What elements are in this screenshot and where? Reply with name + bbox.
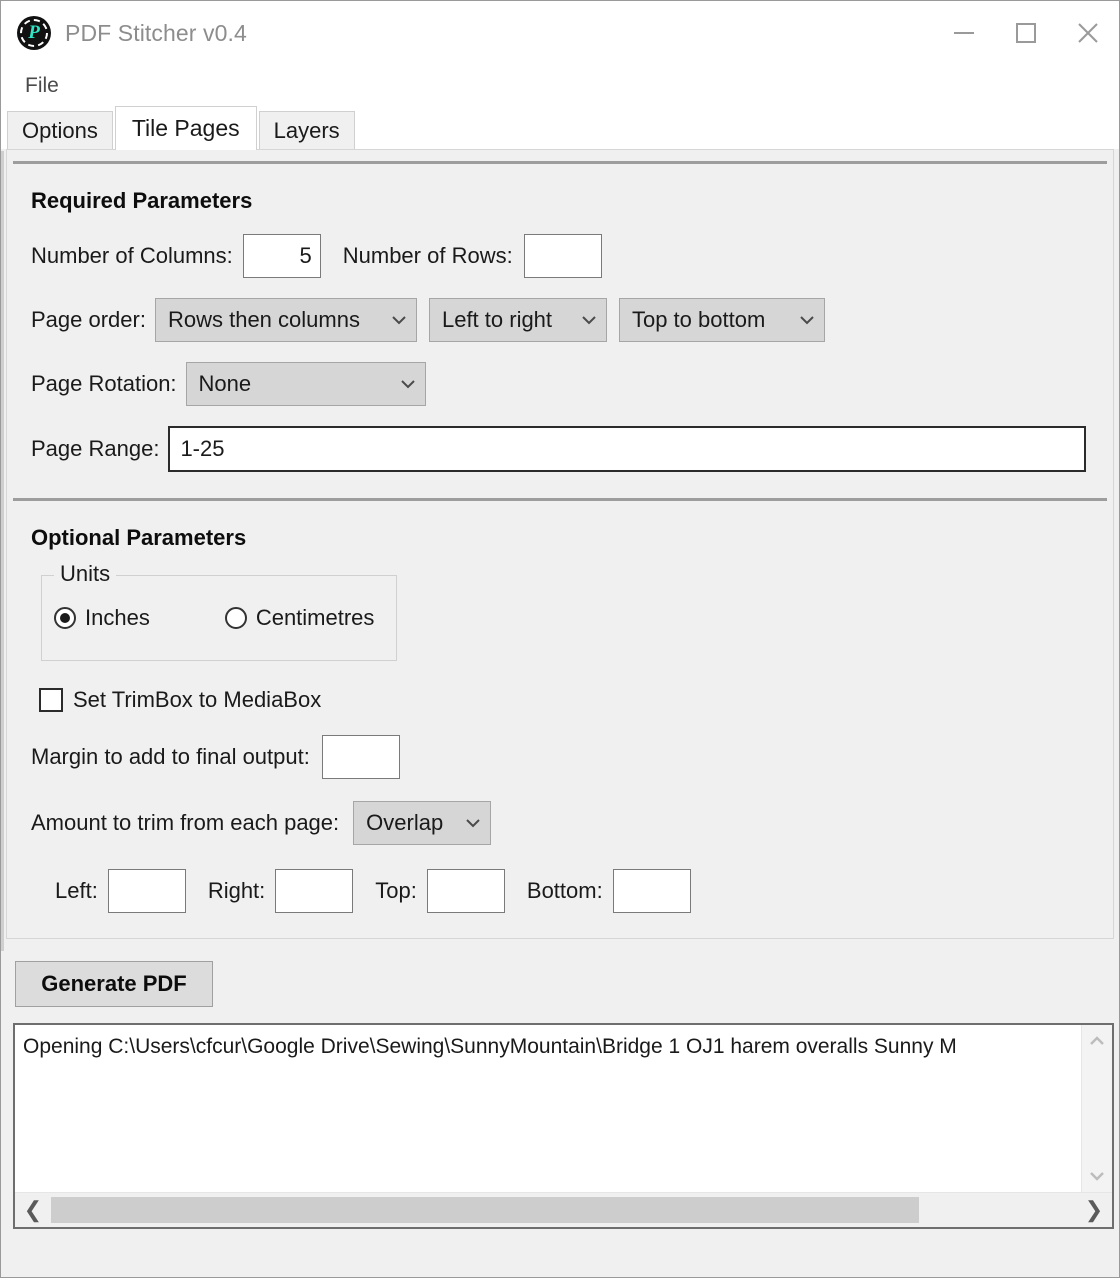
margin-input[interactable] <box>321 735 400 779</box>
chevron-down-icon <box>390 311 408 329</box>
margin-row: Margin to add to final output: <box>31 735 1113 779</box>
minimize-button[interactable] <box>933 1 995 65</box>
pdf-stitcher-logo-icon: P <box>17 16 51 50</box>
chevron-down-icon[interactable] <box>1087 1166 1107 1186</box>
title-bar: P PDF Stitcher v0.4 <box>1 1 1119 65</box>
trim-amount-row: Amount to trim from each page: Overlap <box>31 801 1113 845</box>
required-parameters-heading: Required Parameters <box>31 188 253 213</box>
tile-pages-panel: Required Parameters Number of Columns: 5… <box>6 149 1114 939</box>
columns-label: Number of Columns: <box>31 243 233 268</box>
logo-letter: P <box>28 22 40 43</box>
page-range-input[interactable]: 1-25 <box>168 426 1087 472</box>
radio-centimetres[interactable]: Centimetres <box>224 605 375 631</box>
chevron-up-icon[interactable] <box>1087 1031 1107 1051</box>
trimbox-checkbox-icon[interactable] <box>39 688 63 712</box>
trim-right-input[interactable] <box>275 869 354 913</box>
panel-top-divider <box>13 161 1107 164</box>
trim-sides-row: Left: Right: Top: Bottom: <box>55 869 1113 913</box>
log-text: Opening C:\Users\cfcur\Google Drive\Sewi… <box>23 1035 957 1058</box>
log-output-area: Opening C:\Users\cfcur\Google Drive\Sewi… <box>13 1023 1114 1229</box>
page-order-select[interactable]: Rows then columns <box>154 298 417 342</box>
trim-top-label: Top: <box>375 878 417 903</box>
horizontal-order-value: Left to right <box>441 307 553 332</box>
maximize-button[interactable] <box>995 1 1057 65</box>
log-horizontal-scrollbar[interactable]: ❮ ❯ <box>15 1192 1112 1227</box>
rows-input[interactable] <box>523 234 602 278</box>
trim-left-input[interactable] <box>107 869 186 913</box>
scroll-right-icon[interactable]: ❯ <box>1076 1197 1112 1223</box>
optional-parameters-heading: Optional Parameters <box>31 525 247 550</box>
chevron-down-icon <box>580 311 598 329</box>
page-range-label: Page Range: <box>31 436 160 461</box>
page-rotation-label: Page Rotation: <box>31 371 177 396</box>
units-group-label: Units <box>54 561 117 587</box>
trimbox-label: Set TrimBox to MediaBox <box>73 687 322 712</box>
units-group: Units Inches Centimetres <box>41 561 397 661</box>
log-body: Opening C:\Users\cfcur\Google Drive\Sewi… <box>15 1025 1112 1192</box>
window-title: PDF Stitcher v0.4 <box>65 19 247 46</box>
hscroll-thumb[interactable] <box>51 1197 919 1223</box>
log-vertical-scrollbar[interactable] <box>1081 1025 1112 1192</box>
menu-item-file[interactable]: File <box>19 72 65 100</box>
radio-inches-label: Inches <box>85 605 150 630</box>
trim-bottom-label: Bottom: <box>526 878 603 903</box>
section-divider <box>13 498 1107 501</box>
tab-tile-pages[interactable]: Tile Pages <box>114 106 257 150</box>
tab-strip: Options Tile Pages Layers <box>1 106 1119 150</box>
close-button[interactable] <box>1057 1 1119 65</box>
generate-pdf-button[interactable]: Generate PDF <box>15 961 213 1007</box>
trim-amount-label: Amount to trim from each page: <box>31 810 340 835</box>
trim-top-input[interactable] <box>426 869 505 913</box>
menu-bar: File <box>1 65 1119 107</box>
vertical-order-value: Top to bottom <box>631 307 766 332</box>
rows-label: Number of Rows: <box>342 243 513 268</box>
tab-options[interactable]: Options <box>7 111 113 149</box>
radio-inches-icon <box>54 607 76 629</box>
vertical-order-select[interactable]: Top to bottom <box>618 298 825 342</box>
margin-label: Margin to add to final output: <box>31 744 310 769</box>
close-icon <box>1078 23 1098 43</box>
tab-layers[interactable]: Layers <box>258 111 355 149</box>
window-controls <box>933 1 1119 65</box>
radio-centimetres-label: Centimetres <box>255 605 375 630</box>
chevron-down-icon <box>464 814 482 832</box>
trim-right-label: Right: <box>207 878 266 903</box>
scroll-left-icon[interactable]: ❮ <box>15 1197 51 1223</box>
horizontal-order-select[interactable]: Left to right <box>428 298 607 342</box>
radio-inches[interactable]: Inches <box>54 605 150 631</box>
trim-mode-select[interactable]: Overlap <box>353 801 492 845</box>
trim-left-label: Left: <box>55 878 98 903</box>
columns-input[interactable]: 5 <box>242 234 321 278</box>
page-order-value: Rows then columns <box>167 307 360 332</box>
page-rotation-value: None <box>198 371 252 396</box>
columns-rows-row: Number of Columns: 5 Number of Rows: <box>31 234 1113 278</box>
maximize-icon <box>1016 23 1036 43</box>
trim-bottom-input[interactable] <box>612 869 691 913</box>
radio-centimetres-icon <box>224 607 247 629</box>
app-window: P PDF Stitcher v0.4 File Options Tile Pa… <box>0 0 1120 1278</box>
page-rotation-select[interactable]: None <box>185 362 426 406</box>
chevron-down-icon <box>798 311 816 329</box>
window-edge-sliver <box>1 151 4 951</box>
chevron-down-icon <box>399 375 417 393</box>
page-range-row: Page Range: 1-25 <box>31 426 1113 472</box>
trimbox-row[interactable]: Set TrimBox to MediaBox <box>39 687 1113 713</box>
page-order-label: Page order: <box>31 307 146 332</box>
page-order-row: Page order: Rows then columns Left to ri… <box>31 298 1113 342</box>
minimize-icon <box>954 32 974 34</box>
trim-mode-value: Overlap <box>366 810 444 835</box>
page-rotation-row: Page Rotation: None <box>31 362 1113 406</box>
